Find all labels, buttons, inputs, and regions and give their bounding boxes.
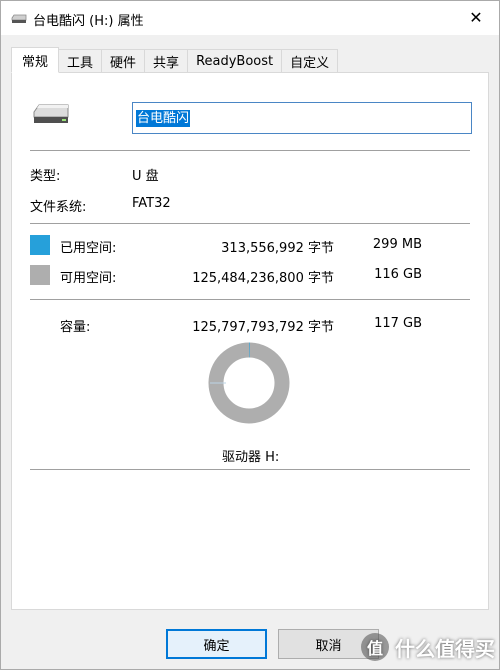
tab-tools[interactable]: 工具 — [59, 49, 103, 73]
watermark-logo-icon: 值 — [361, 633, 389, 661]
type-label: 类型: — [30, 169, 61, 184]
properties-window: 台电酷闪 (H:) 属性 ✕ 常规 工具 硬件 共享 ReadyBoost 自定… — [0, 0, 500, 670]
free-space-size: 116 GB — [374, 267, 422, 282]
type-value: U 盘 — [132, 169, 159, 184]
free-space-label: 可用空间: — [60, 271, 117, 286]
ok-button[interactable]: 确定 — [166, 629, 267, 659]
tab-customize[interactable]: 自定义 — [282, 49, 339, 73]
capacity-label: 容量: — [60, 320, 91, 335]
used-space-bytes: 313,556,992 字节 — [221, 241, 334, 256]
free-space-swatch — [30, 265, 50, 285]
drive-letter-label: 驱动器 H: — [222, 450, 280, 465]
tab-readyboost[interactable]: ReadyBoost — [188, 49, 283, 73]
separator — [30, 150, 470, 151]
window-title: 台电酷闪 (H:) 属性 — [33, 14, 144, 29]
capacity-size: 117 GB — [374, 316, 422, 331]
drive-name-text: 台电酷闪 — [136, 110, 191, 127]
tab-sharing[interactable]: 共享 — [145, 49, 189, 73]
title-bar[interactable]: 台电酷闪 (H:) 属性 ✕ — [1, 1, 499, 35]
free-space-bytes: 125,484,236,800 字节 — [192, 271, 334, 286]
filesystem-label: 文件系统: — [30, 200, 87, 215]
close-button[interactable]: ✕ — [453, 1, 499, 33]
capacity-bytes: 125,797,793,792 字节 — [192, 320, 334, 335]
tab-hardware[interactable]: 硬件 — [102, 49, 146, 73]
separator — [30, 299, 470, 300]
used-space-label: 已用空间: — [60, 241, 117, 256]
separator — [30, 223, 470, 224]
tab-strip: 常规 工具 硬件 共享 ReadyBoost 自定义 — [11, 47, 339, 73]
close-icon: ✕ — [469, 7, 483, 27]
tab-general[interactable]: 常规 — [11, 47, 60, 73]
usage-donut-chart — [208, 342, 290, 424]
drive-name-input[interactable]: 台电酷闪 — [132, 102, 472, 134]
watermark-text: 什么值得买 — [395, 636, 495, 661]
filesystem-value: FAT32 — [132, 196, 171, 211]
usb-drive-icon — [11, 13, 27, 28]
general-panel: 台电酷闪 类型: U 盘 文件系统: FAT32 已用空间: 313,556,9… — [11, 72, 489, 610]
used-space-size: 299 MB — [372, 237, 422, 252]
separator — [30, 469, 470, 470]
usb-drive-large-icon — [32, 103, 70, 129]
watermark: 值 什么值得买 — [361, 629, 495, 665]
used-space-swatch — [30, 235, 50, 255]
